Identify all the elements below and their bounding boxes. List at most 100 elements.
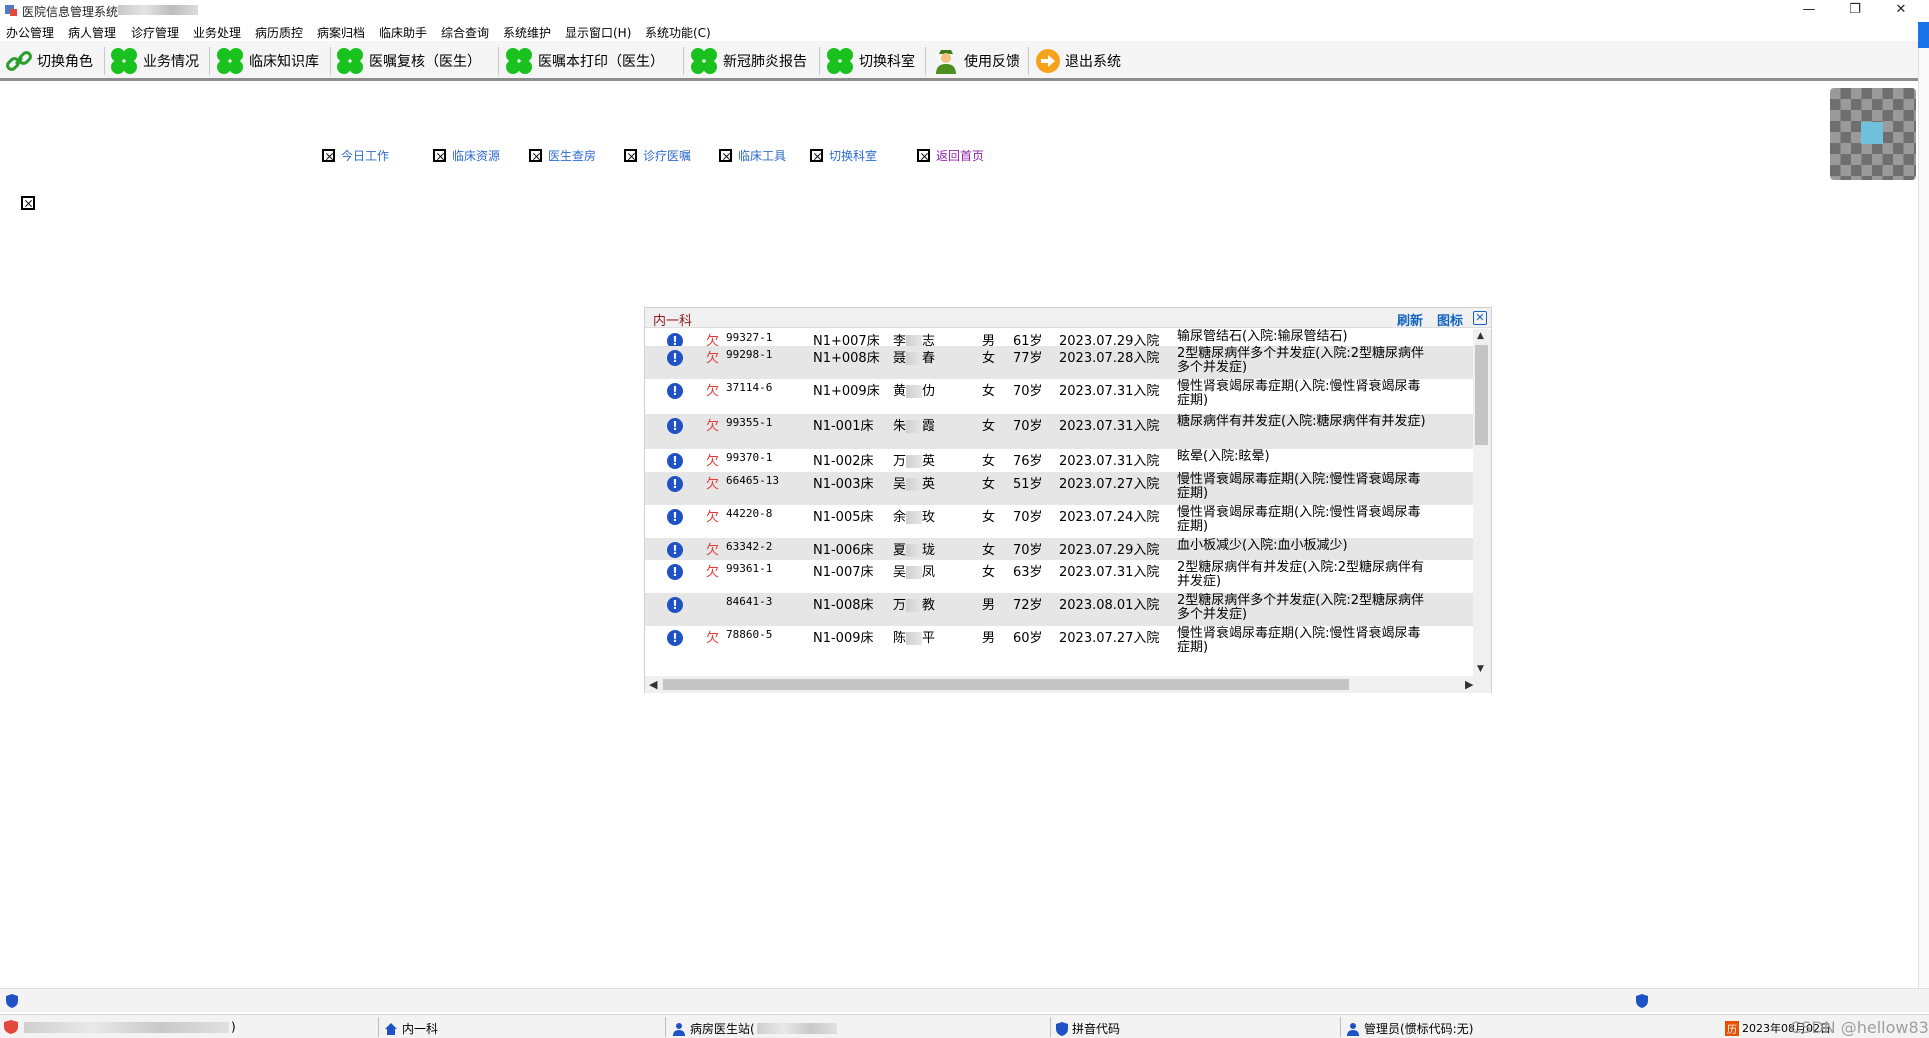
bed-number: N1+009床 <box>813 384 880 399</box>
switch-role-button[interactable]: 切换角色 <box>4 46 93 76</box>
nav-ward-round[interactable]: 医生查房 <box>529 147 596 164</box>
vertical-scrollbar[interactable]: ▲ ▼ <box>1473 329 1491 676</box>
menu-treatment[interactable]: 诊疗管理 <box>131 24 179 41</box>
scroll-left-icon[interactable]: ◀ <box>649 678 657 691</box>
clover-icon <box>827 48 853 74</box>
patient-name-first: 聂 <box>893 351 907 366</box>
table-row[interactable]: ! 欠 99370-1 N1-002床 万英 女 76岁 2023.07.31入院 眩晕(入院:… <box>645 449 1473 472</box>
exit-system-button[interactable]: 退出系统 <box>1034 46 1121 76</box>
nav-clinical-resources[interactable]: 临床资源 <box>433 147 500 164</box>
toolbar: 切换角色 业务情况 临床知识库 医嘱复核（医生） 医嘱本打印（医生） 新冠肺炎报… <box>0 41 1918 81</box>
patient-age: 70岁 <box>1013 510 1043 525</box>
patient-name-first: 吴 <box>893 477 907 492</box>
business-status-button[interactable]: 业务情况 <box>108 46 199 76</box>
user-icon <box>1347 1022 1359 1036</box>
alert-icon[interactable]: ! <box>667 597 683 613</box>
diagnosis: 眩晕(入院:眩晕) <box>1177 449 1270 464</box>
menu-maintenance[interactable]: 系统维护 <box>503 24 551 41</box>
status-separator <box>1340 1017 1341 1037</box>
table-row[interactable]: ! 欠 99298-1 N1+008床聂春 女 77岁 2023.07.28入院 2型糖尿病伴… <box>645 346 1473 379</box>
admission-date: 2023.07.31入院 <box>1059 454 1160 469</box>
table-row[interactable]: ! 欠 63342-2 N1-006床 夏珑 女 70岁 2023.07.29入院 血小板减少(… <box>645 538 1473 560</box>
menu-business[interactable]: 业务处理 <box>193 24 241 41</box>
name-redacted <box>906 385 923 398</box>
table-row[interactable]: ! 欠 37114-6 N1+009床黄仂 女 70岁 2023.07.31入院 慢性肾衰竭尿… <box>645 379 1473 414</box>
table-row[interactable]: ! 欠 99355-1 N1-001床 朱霞 女 70岁 2023.07.31入院 糖尿病伴有并… <box>645 414 1473 449</box>
patient-sex: 女 <box>982 351 996 366</box>
restore-button[interactable]: ❐ <box>1832 0 1878 20</box>
switch-dept-button[interactable]: 切换科室 <box>824 46 915 76</box>
alert-icon[interactable]: ! <box>667 564 683 580</box>
patient-name-first: 吴 <box>893 565 907 580</box>
status-input-method[interactable]: 拼音代码 <box>1056 1020 1120 1037</box>
scroll-up-icon[interactable]: ▲ <box>1477 331 1484 341</box>
table-row[interactable]: ! 欠 99327-1 N1+007床李志男 61岁 2023.07.29入院 输尿管结石(… <box>645 329 1473 349</box>
scroll-right-icon[interactable]: ▶ <box>1465 678 1473 691</box>
alert-icon[interactable]: ! <box>667 350 683 366</box>
alert-icon[interactable]: ! <box>667 453 683 469</box>
bed-number: N1-006床 <box>813 543 874 558</box>
nav-today-work[interactable]: 今日工作 <box>322 147 389 164</box>
order-review-label: 医嘱复核（医生） <box>369 54 481 70</box>
nav-switch-dept[interactable]: 切换科室 <box>810 147 877 164</box>
order-review-button[interactable]: 医嘱复核（医生） <box>334 46 481 76</box>
table-row[interactable]: ! 84641-3 N1-008床 万教 男 72岁 2023.08.01入院 2型糖尿病伴多… <box>645 593 1473 626</box>
minimize-button[interactable]: — <box>1786 0 1832 20</box>
patient-id: 66465-13 <box>726 474 779 487</box>
nav-ward-round-label: 医生查房 <box>548 149 597 163</box>
table-row[interactable]: ! 欠 66465-13 N1-003床 吴英 女 51岁 2023.07.27入院 慢性肾衰竭… <box>645 472 1473 505</box>
clover-icon <box>506 48 532 74</box>
patient-age: 63岁 <box>1013 565 1043 580</box>
patient-age: 70岁 <box>1013 543 1043 558</box>
toolbar-separator <box>925 47 926 75</box>
menu-bar: 办公管理 病人管理 诊疗管理 业务处理 病历质控 病案归档 临床助手 综合查询 … <box>0 21 1918 41</box>
diagnosis: 糖尿病伴有并发症(入院:糖尿病伴有并发症) <box>1177 414 1426 429</box>
refresh-button[interactable]: 刷新 <box>1397 310 1423 329</box>
nav-clinical-tools[interactable]: 临床工具 <box>719 147 786 164</box>
patient-id: 99327-1 <box>726 331 773 344</box>
menu-office[interactable]: 办公管理 <box>6 24 54 41</box>
calendar-icon: 历 <box>1725 1020 1739 1036</box>
vertical-scroll-thumb[interactable] <box>1475 345 1488 445</box>
menu-query[interactable]: 综合查询 <box>441 24 489 41</box>
covid-report-button[interactable]: 新冠肺炎报告 <box>688 46 807 76</box>
alert-icon[interactable]: ! <box>667 476 683 492</box>
alert-icon[interactable]: ! <box>667 383 683 399</box>
horizontal-scrollbar[interactable]: ◀ ▶ <box>645 676 1491 693</box>
nav-medical-orders[interactable]: 诊疗医嘱 <box>624 147 691 164</box>
avatar[interactable] <box>1830 88 1916 180</box>
menu-clinical-assistant[interactable]: 临床助手 <box>379 24 427 41</box>
nav-today-work-label: 今日工作 <box>341 149 390 163</box>
panel-close-icon[interactable]: ✕ <box>1473 311 1487 325</box>
order-print-button[interactable]: 医嘱本打印（医生） <box>503 46 664 76</box>
table-row[interactable]: ! 欠 78860-5 N1-009床 陈平 男 60岁 2023.07.27入院 慢性肾衰竭尿… <box>645 626 1473 661</box>
menu-patient[interactable]: 病人管理 <box>68 24 116 41</box>
feedback-button[interactable]: 使用反馈 <box>931 46 1020 76</box>
patient-name: 陈平 <box>893 627 935 646</box>
alert-icon[interactable]: ! <box>667 630 683 646</box>
patient-sex: 女 <box>982 543 996 558</box>
menu-archive[interactable]: 病案归档 <box>317 24 365 41</box>
alert-icon[interactable]: ! <box>667 542 683 558</box>
broken-image-icon <box>322 149 335 162</box>
scroll-down-icon[interactable]: ▼ <box>1477 664 1484 674</box>
table-row[interactable]: ! 欠 44220-8 N1-005床 余玫 女 70岁 2023.07.24入院 慢性肾衰竭尿… <box>645 505 1473 538</box>
close-button[interactable]: ✕ <box>1878 0 1924 20</box>
bed-number: N1-003床 <box>813 477 874 492</box>
app-window: 医院信息管理系统 — ❐ ✕ 办公管理 病人管理 诊疗管理 业务处理 病历质控 … <box>0 0 1929 1038</box>
status-separator <box>378 1017 379 1037</box>
menu-system[interactable]: 系统功能(C) <box>645 24 711 41</box>
alert-icon[interactable]: ! <box>667 418 683 434</box>
patient-sex: 女 <box>982 510 996 525</box>
horizontal-scroll-thumb[interactable] <box>663 679 1349 690</box>
name-redacted <box>906 455 923 468</box>
app-logo-icon <box>5 5 17 16</box>
owe-badge: 欠 <box>706 510 720 525</box>
clinical-knowledge-button[interactable]: 临床知识库 <box>214 46 319 76</box>
menu-window[interactable]: 显示窗口(H) <box>565 24 631 41</box>
alert-icon[interactable]: ! <box>667 509 683 525</box>
menu-quality[interactable]: 病历质控 <box>255 24 303 41</box>
icon-view-button[interactable]: 图标 <box>1437 310 1463 329</box>
nav-home[interactable]: 返回首页 <box>917 147 984 164</box>
table-row[interactable]: ! 欠 99361-1 N1-007床 吴凤 女 63岁 2023.07.31入院 2型糖尿病伴… <box>645 560 1473 593</box>
